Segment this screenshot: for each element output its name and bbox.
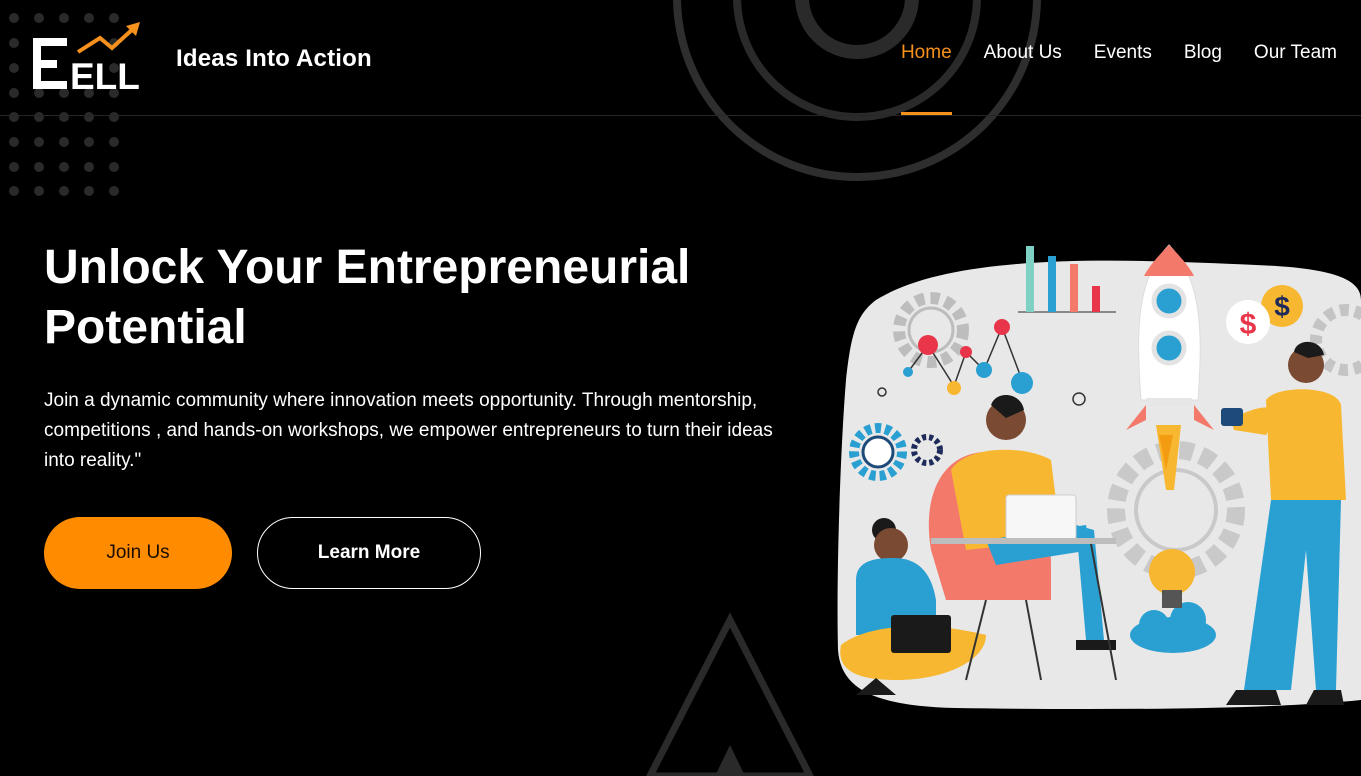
learn-more-button[interactable]: Learn More: [257, 517, 481, 589]
join-us-button[interactable]: Join Us: [44, 517, 232, 589]
hero-description: Join a dynamic community where innovatio…: [44, 390, 773, 471]
nav-home[interactable]: Home: [900, 42, 952, 115]
main-nav: Home About Us Events Blog Our Team: [900, 42, 1337, 115]
hero-title-line-1: Unlock Your Entrepreneurial: [44, 241, 691, 294]
triangle-decoration: [646, 612, 814, 776]
startup-team-illustration: $ $: [837, 244, 1361, 710]
hero-title: Unlock Your Entrepreneurial Potential: [44, 238, 744, 358]
coin-symbol: $: [1274, 291, 1290, 322]
nav-our-team[interactable]: Our Team: [1254, 42, 1337, 115]
page: ELL Ideas Into Action Home About Us Even…: [0, 0, 1361, 776]
nav-events[interactable]: Events: [1094, 42, 1152, 115]
nav-blog[interactable]: Blog: [1184, 42, 1222, 115]
nav-about-us[interactable]: About Us: [984, 42, 1062, 115]
ecell-logo[interactable]: ELL: [30, 22, 142, 92]
coin-symbol: $: [1240, 308, 1257, 341]
hero-title-line-2: Potential: [44, 301, 247, 354]
site-tagline: Ideas Into Action: [176, 45, 372, 72]
logo-lettering: ELL: [70, 56, 140, 92]
site-header: ELL Ideas Into Action Home About Us Even…: [0, 0, 1361, 116]
